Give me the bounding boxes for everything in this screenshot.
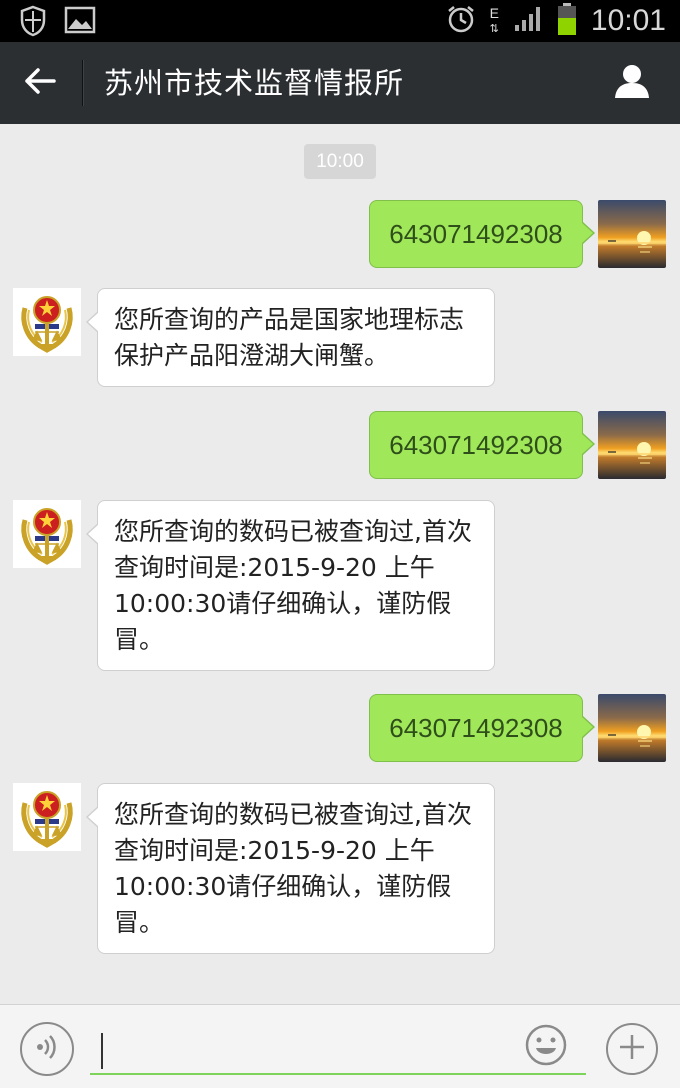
official-account-avatar[interactable] bbox=[13, 500, 81, 568]
official-account-avatar[interactable] bbox=[13, 783, 81, 851]
network-type-label: E bbox=[489, 5, 499, 21]
chat-info-button[interactable] bbox=[606, 57, 658, 109]
emoji-button[interactable] bbox=[524, 1023, 568, 1067]
alarm-icon bbox=[446, 4, 476, 38]
my-message-bubble[interactable]: 643071492308 bbox=[369, 694, 595, 762]
network-type-indicator: E ⇅ bbox=[489, 5, 499, 35]
bot-message-bubble[interactable]: 您所查询的产品是国家地理标志保护产品阳澄湖大闸蟹。 bbox=[86, 288, 495, 387]
message-text: 您所查询的数码已被查询过,首次查询时间是:2015-9-20 上午10:00:3… bbox=[114, 517, 472, 654]
plus-icon bbox=[617, 1032, 647, 1066]
message-text: 643071492308 bbox=[389, 713, 563, 743]
my-message-bubble[interactable]: 643071492308 bbox=[369, 411, 595, 479]
my-avatar[interactable] bbox=[598, 694, 666, 762]
status-bar: E ⇅ 10:01 bbox=[0, 0, 680, 42]
signal-icon bbox=[513, 5, 543, 37]
message-text: 您所查询的数码已被查询过,首次查询时间是:2015-9-20 上午10:00:3… bbox=[114, 800, 472, 937]
message-text: 您所查询的产品是国家地理标志保护产品阳澄湖大闸蟹。 bbox=[114, 305, 465, 370]
text-cursor bbox=[101, 1033, 103, 1069]
chat-header: 苏州市技术监督情报所 bbox=[0, 42, 680, 124]
message-text: 643071492308 bbox=[389, 219, 563, 249]
wechat-chat-screen: E ⇅ 10:01 苏州市技术监督情报所 10:00 643071492308 … bbox=[0, 0, 680, 1088]
person-icon bbox=[613, 63, 651, 103]
arrow-left-icon bbox=[24, 67, 56, 99]
image-icon bbox=[64, 5, 96, 41]
my-message-bubble[interactable]: 643071492308 bbox=[369, 200, 595, 268]
battery-icon bbox=[557, 2, 577, 40]
voice-icon bbox=[32, 1032, 62, 1066]
back-button[interactable] bbox=[12, 55, 68, 111]
bot-message-bubble[interactable]: 您所查询的数码已被查询过,首次查询时间是:2015-9-20 上午10:00:3… bbox=[86, 500, 495, 671]
status-clock: 10:01 bbox=[590, 4, 666, 37]
message-text-input[interactable] bbox=[90, 1025, 586, 1075]
header-divider bbox=[82, 60, 83, 106]
chat-message-list[interactable]: 10:00 643071492308 您所查询的产品是国家地理标志保护产品阳澄湖… bbox=[0, 124, 680, 1004]
bot-message-bubble[interactable]: 您所查询的数码已被查询过,首次查询时间是:2015-9-20 上午10:00:3… bbox=[86, 783, 495, 954]
voice-input-button[interactable] bbox=[20, 1022, 74, 1076]
my-avatar[interactable] bbox=[598, 200, 666, 268]
emoji-icon bbox=[524, 1024, 568, 1071]
shield-icon bbox=[20, 5, 46, 41]
official-account-avatar[interactable] bbox=[13, 288, 81, 356]
message-text: 643071492308 bbox=[389, 430, 563, 460]
message-input-bar bbox=[0, 1004, 680, 1088]
more-options-button[interactable] bbox=[606, 1023, 658, 1075]
page-title: 苏州市技术监督情报所 bbox=[104, 66, 405, 100]
message-timestamp: 10:00 bbox=[304, 144, 376, 179]
my-avatar[interactable] bbox=[598, 411, 666, 479]
